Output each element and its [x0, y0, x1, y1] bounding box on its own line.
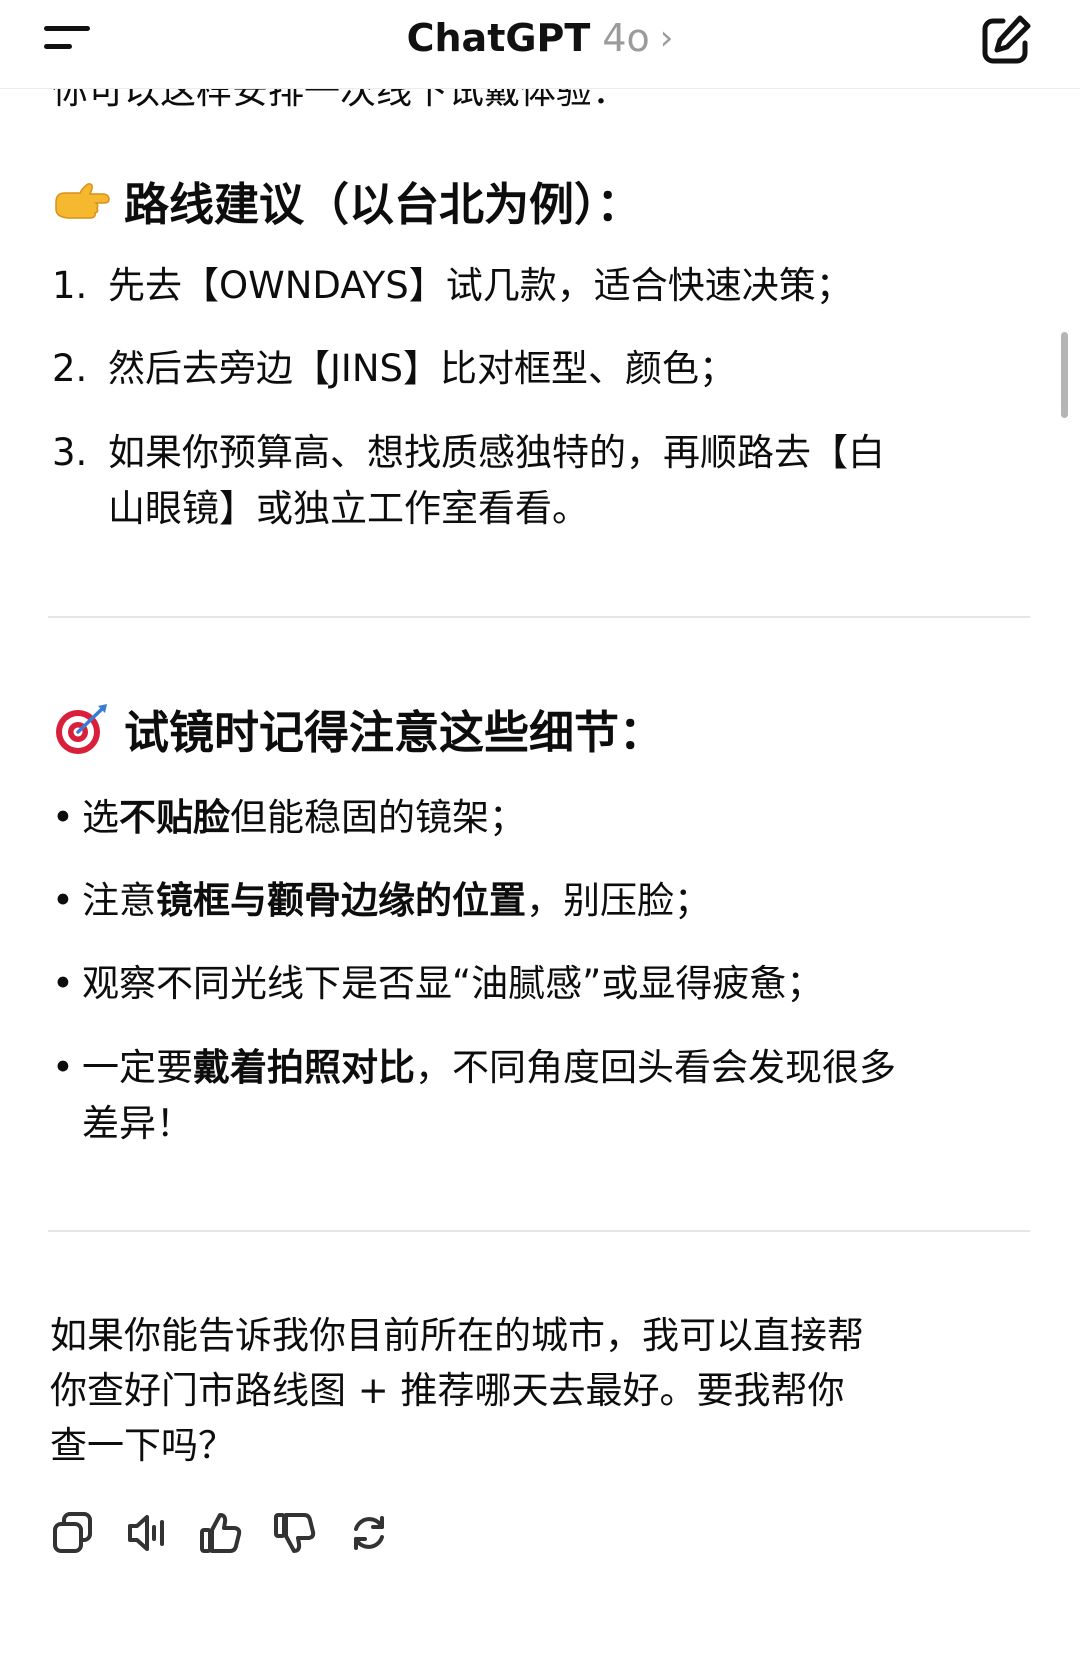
- tips-heading: 试镜时记得注意这些细节：: [52, 696, 664, 761]
- list-item: 3. 如果你预算高、想找质感独特的，再顺路去【白: [52, 425, 885, 481]
- list-text: ，别压脸；: [526, 879, 711, 922]
- read-aloud-icon[interactable]: [124, 1510, 170, 1556]
- paragraph-line: 你查好门市路线图 + 推荐哪天去最好。要我帮你: [50, 1369, 845, 1412]
- regenerate-icon[interactable]: [346, 1510, 392, 1556]
- list-text-bold: 不贴脸: [119, 796, 230, 839]
- target-dart-icon: [56, 703, 107, 754]
- chat-screen: ChatGPT 4o › 你可以这样安排一次线下试戴体验： 路线建议（以台北为例…: [0, 0, 1080, 1658]
- list-text: 但能稳固的镜架；: [230, 796, 526, 839]
- closing-paragraph: 如果你能告诉我你目前所在的城市，我可以直接帮 你查好门市路线图 + 推荐哪天去最…: [50, 1308, 1010, 1473]
- divider: [48, 616, 1030, 618]
- list-text: 如果你预算高、想找质感独特的，再顺路去【白: [108, 431, 885, 474]
- chevron-right-icon: ›: [659, 18, 674, 58]
- list-text: 先去【OWNDAYS】试几款，适合快速决策；: [108, 264, 853, 307]
- list-text: ，不同角度回头看会发现很多: [415, 1046, 896, 1089]
- pointing-right-hand-icon: [55, 182, 110, 219]
- list-text: 然后去旁边【JINS】比对框型、颜色；: [108, 347, 736, 390]
- paragraph-line: 如果你能告诉我你目前所在的城市，我可以直接帮: [50, 1314, 864, 1357]
- route-heading-text: 路线建议（以台北为例）：: [124, 178, 642, 231]
- model-name: 4o: [602, 16, 650, 60]
- top-bar: ChatGPT 4o ›: [0, 0, 1080, 89]
- list-number: 2.: [52, 347, 88, 390]
- list-item: • 注意镜框与颧骨边缘的位置，别压脸；: [52, 873, 711, 929]
- list-text: 注意: [82, 879, 156, 922]
- bullet: •: [52, 796, 74, 839]
- list-item: 2. 然后去旁边【JINS】比对框型、颜色；: [52, 341, 736, 397]
- thumbs-up-icon[interactable]: [198, 1510, 244, 1556]
- divider: [48, 1230, 1030, 1232]
- bullet: •: [52, 879, 74, 922]
- list-item: • 选不贴脸但能稳固的镜架；: [52, 790, 526, 846]
- list-number: 3.: [52, 431, 88, 474]
- route-heading: 路线建议（以台北为例）：: [52, 168, 642, 233]
- thumbs-down-icon[interactable]: [272, 1510, 318, 1556]
- list-item: • 观察不同光线下是否显“油腻感”或显得疲惫；: [52, 956, 823, 1012]
- app-title: ChatGPT: [406, 16, 591, 60]
- list-text: 山眼镜】或独立工作室看看。: [108, 487, 589, 530]
- list-text-bold: 镜框与颧骨边缘的位置: [156, 879, 526, 922]
- bullet: •: [52, 962, 74, 1005]
- tips-heading-text: 试镜时记得注意这些细节：: [124, 706, 665, 759]
- list-text-bold: 戴着拍照对比: [193, 1046, 415, 1089]
- copy-icon[interactable]: [50, 1510, 96, 1556]
- model-selector[interactable]: ChatGPT 4o ›: [0, 8, 1080, 68]
- new-chat-icon[interactable]: [976, 10, 1036, 70]
- paragraph-line: 查一下吗？: [50, 1424, 235, 1467]
- message-actions: [50, 1510, 392, 1560]
- bullet: •: [52, 1046, 74, 1089]
- list-text: 观察不同光线下是否显“油腻感”或显得疲惫；: [82, 962, 824, 1005]
- scrollbar[interactable]: [1061, 332, 1068, 418]
- list-item: • 一定要戴着拍照对比，不同角度回头看会发现很多: [52, 1040, 896, 1096]
- list-item-continuation: 山眼镜】或独立工作室看看。: [52, 481, 589, 537]
- list-item: 1. 先去【OWNDAYS】试几款，适合快速决策；: [52, 258, 853, 314]
- list-text: 选: [82, 796, 119, 839]
- list-text: 差异！: [82, 1102, 193, 1145]
- list-number: 1.: [52, 264, 88, 307]
- list-text: 一定要: [82, 1046, 193, 1089]
